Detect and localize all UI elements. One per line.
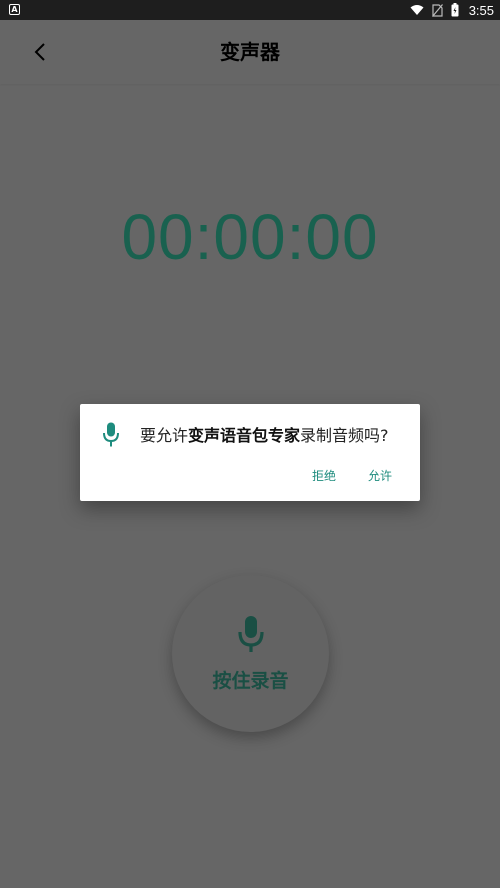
message-prefix: 要允许: [140, 426, 189, 445]
no-sim-icon: [431, 3, 443, 17]
page-title: 变声器: [220, 40, 280, 64]
status-time: 3:55: [468, 2, 494, 18]
dialog-actions: 拒绝 允许: [312, 467, 392, 484]
wifi-icon: [410, 4, 424, 16]
app-name: 变声语音包专家: [188, 426, 301, 445]
toolbar: 变声器: [0, 20, 500, 84]
message-suffix: 录制音频吗?: [300, 426, 389, 445]
deny-button[interactable]: 拒绝: [312, 467, 336, 484]
record-label: 按住录音: [212, 670, 289, 692]
hold-to-record-button[interactable]: 按住录音: [172, 575, 329, 732]
microphone-icon: [172, 615, 329, 655]
recording-timer: 00:00:00: [121, 201, 379, 273]
microphone-icon: [102, 422, 120, 452]
status-icons: 3:55: [410, 0, 494, 20]
dialog-message: 要允许变声语音包专家录制音频吗?: [140, 422, 389, 446]
allow-button[interactable]: 允许: [368, 467, 392, 484]
status-bar: A 3:55: [0, 0, 500, 20]
notification-icon: A: [9, 4, 20, 15]
battery-icon: [451, 3, 459, 17]
permission-dialog: 要允许变声语音包专家录制音频吗? 拒绝 允许: [80, 404, 420, 501]
